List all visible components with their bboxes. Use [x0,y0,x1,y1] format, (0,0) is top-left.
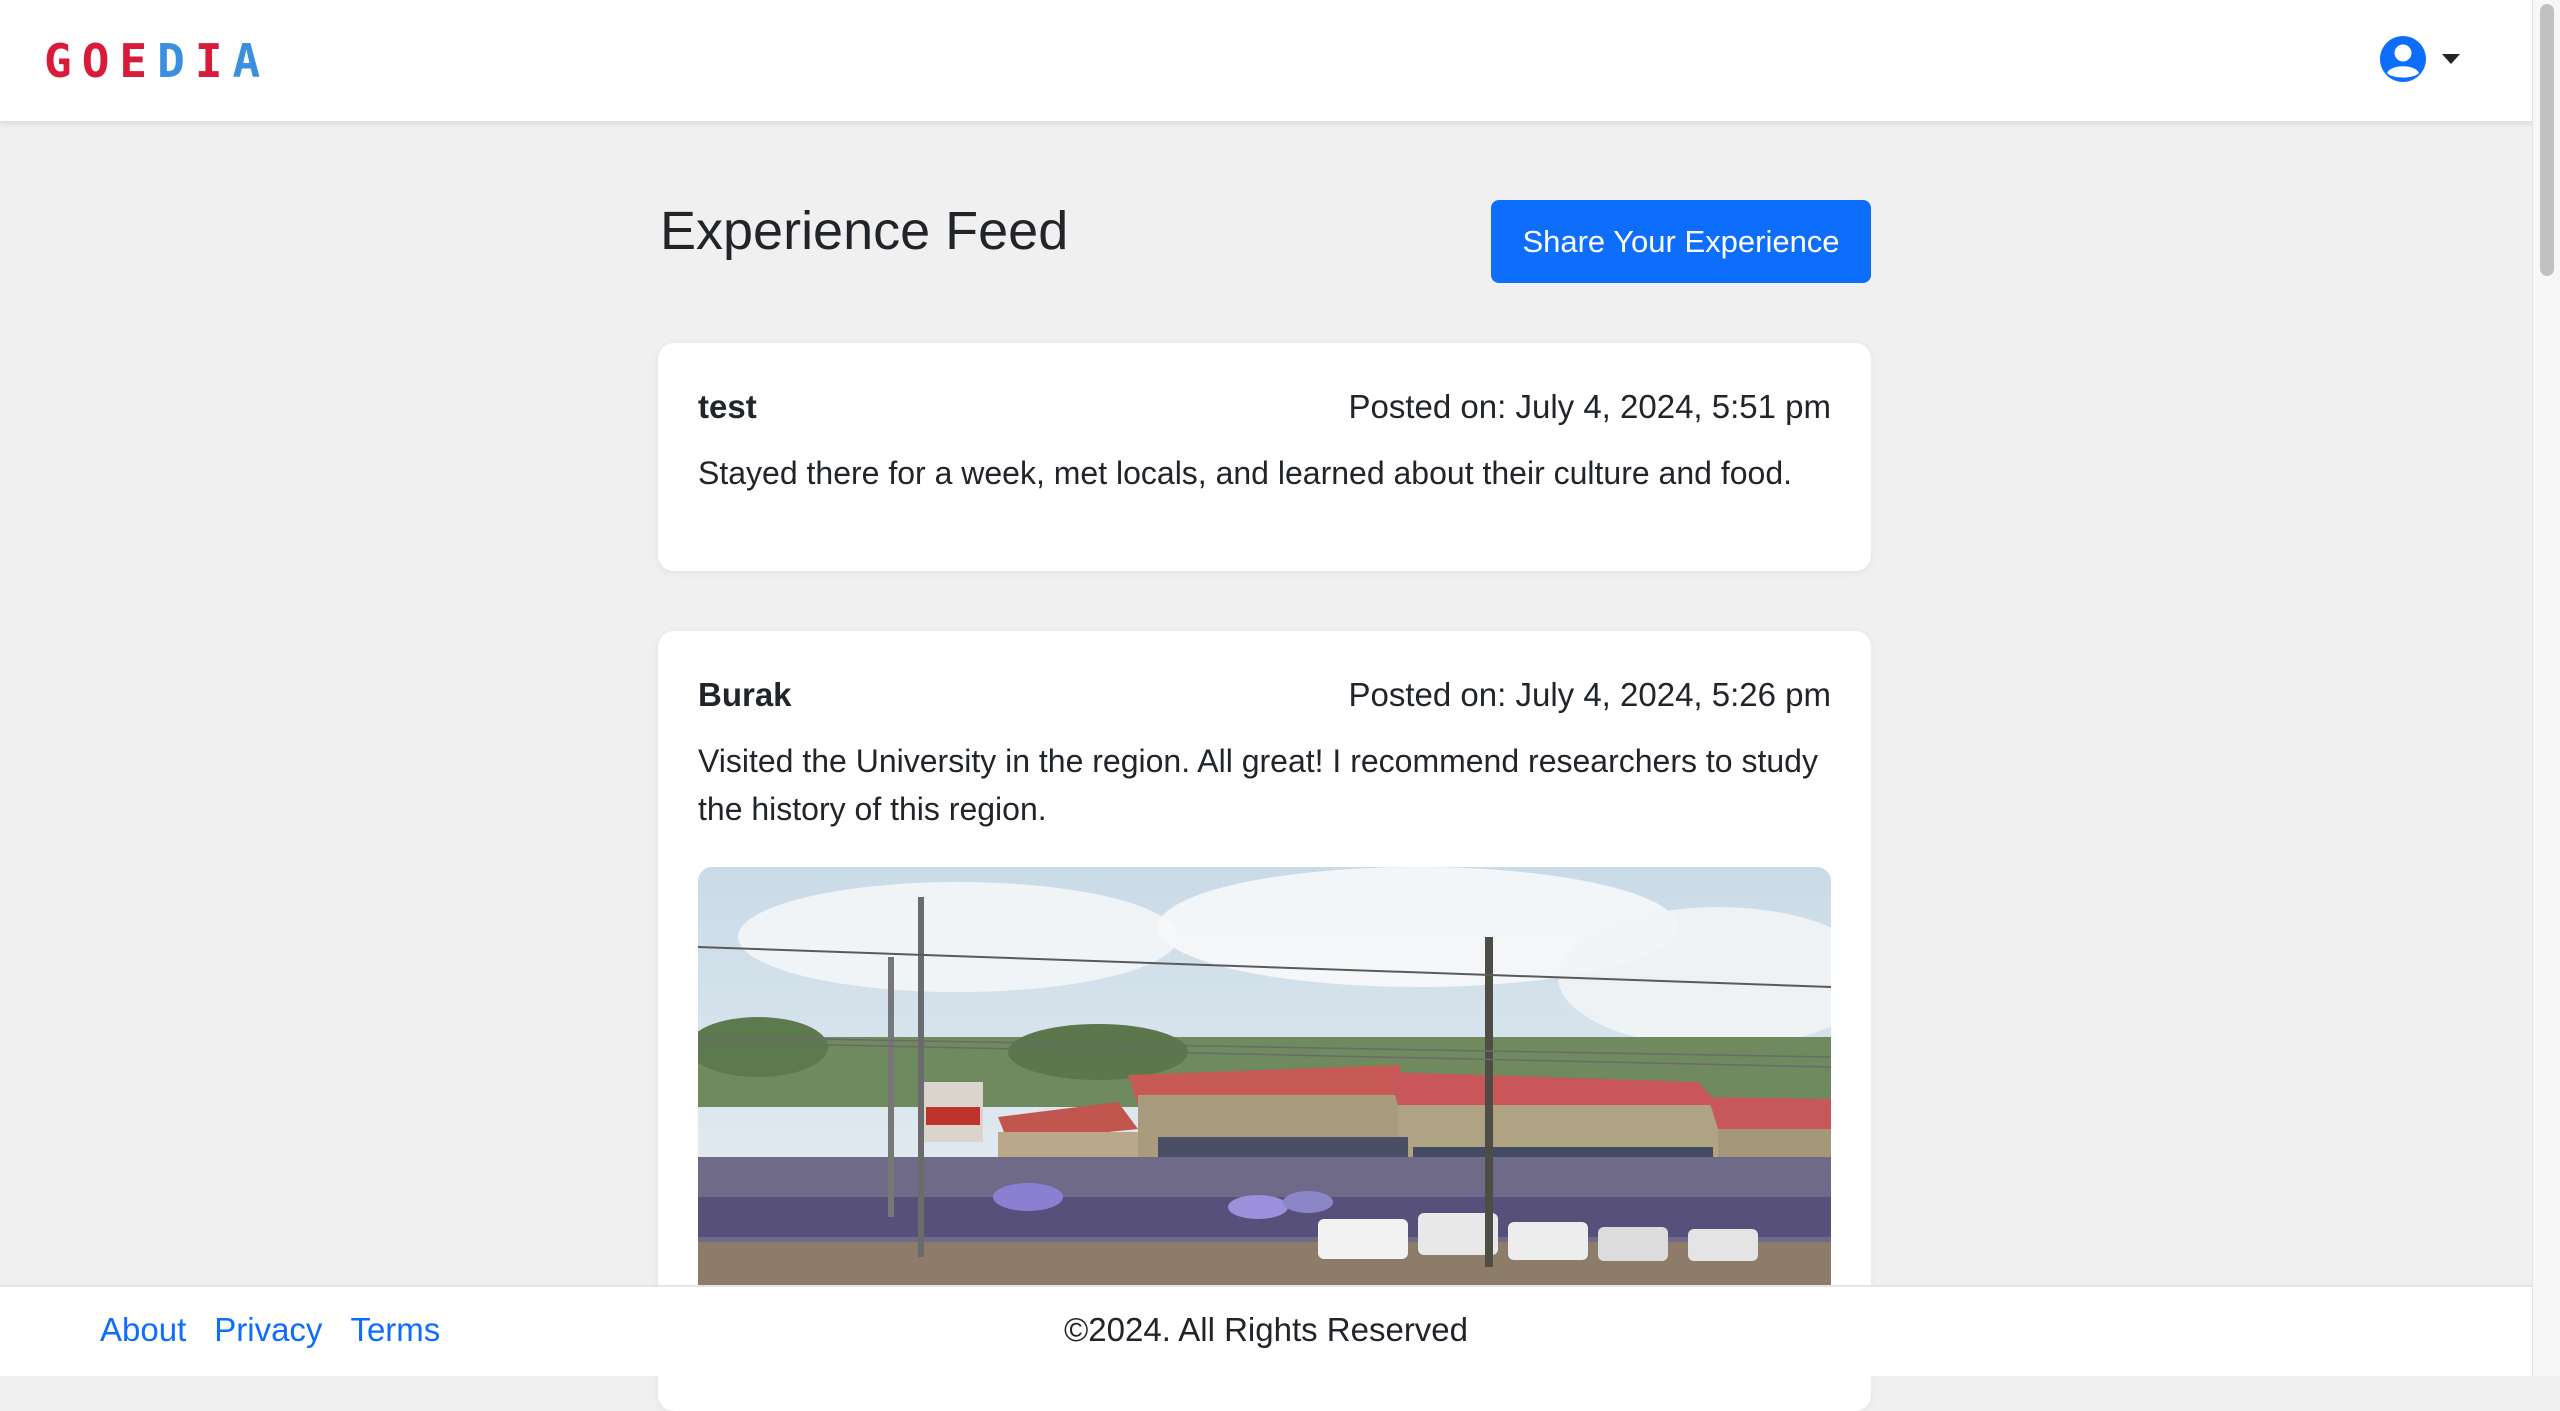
post-author: Burak [698,676,792,713]
post-author: test [698,388,757,425]
user-menu-toggle[interactable] [2378,30,2468,88]
logo-text: GOEDIA [44,34,271,88]
footer-link-about[interactable]: About [100,1311,186,1349]
footer-link-privacy[interactable]: Privacy [214,1311,322,1349]
footer-link-terms[interactable]: Terms [350,1311,440,1349]
post-card: test Posted on: July 4, 2024, 5:51 pm St… [658,343,1871,571]
top-navbar: GOEDIA [0,0,2532,121]
user-circle-icon [2380,36,2426,82]
page-title: Experience Feed [660,201,1069,261]
page-scrollbar[interactable] [2532,0,2560,1376]
post-photo [698,867,1831,1327]
post-text: Stayed there for a week, met locals, and… [698,455,1792,491]
post-timestamp: Posted on: July 4, 2024, 5:51 pm [1348,388,1831,425]
post-header: test Posted on: July 4, 2024, 5:51 pm [698,387,1831,427]
street-market-image [698,867,1831,1327]
brand-logo[interactable]: GOEDIA [44,38,270,84]
scrollbar-thumb[interactable] [2540,4,2554,276]
caret-down-icon [2442,54,2460,64]
post-timestamp: Posted on: July 4, 2024, 5:26 pm [1348,676,1831,713]
footer-links: About Privacy Terms [100,1311,440,1349]
post-header: Burak Posted on: July 4, 2024, 5:26 pm [698,675,1831,715]
site-footer: ©2024. All Rights Reserved About Privacy… [0,1285,2532,1376]
share-experience-button[interactable]: Share Your Experience [1491,200,1871,283]
post-text: Visited the University in the region. Al… [698,743,1818,827]
